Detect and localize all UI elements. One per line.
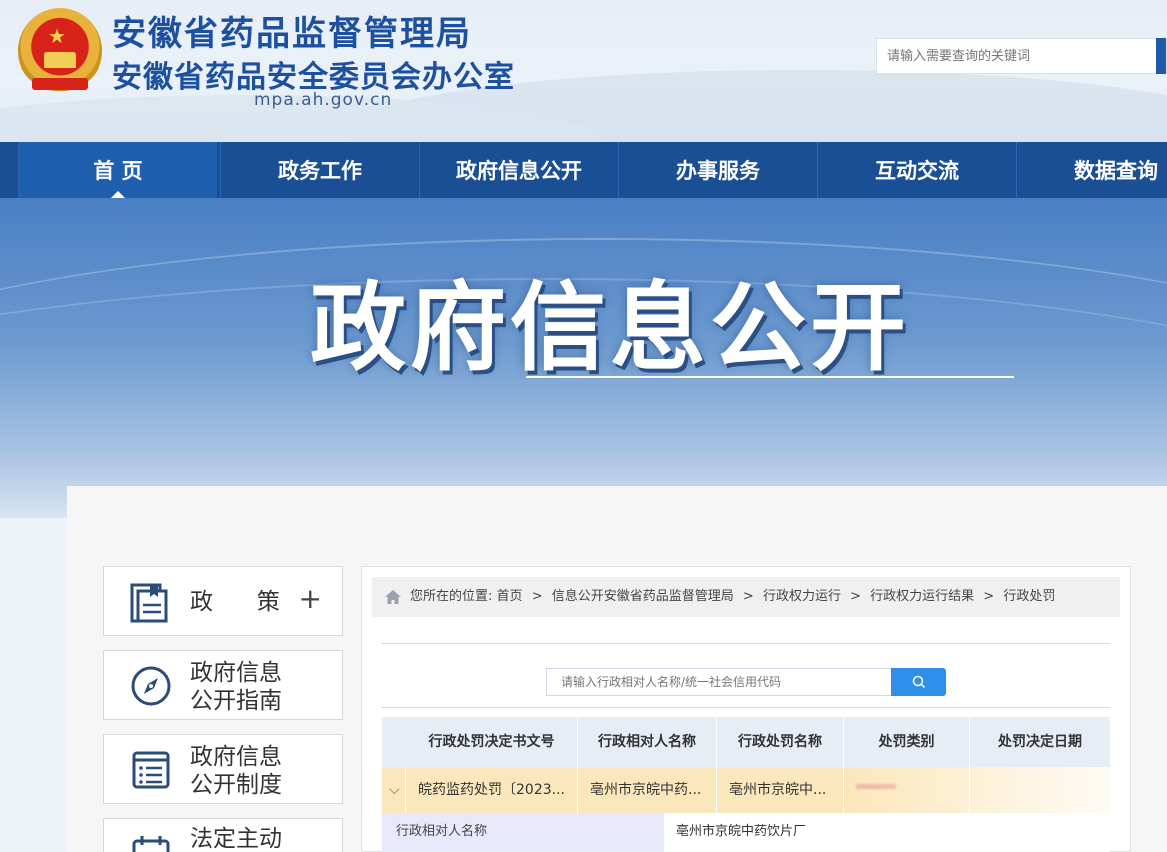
sidebar-item-label: 政 策 [190,589,280,615]
breadcrumb-link-admin-power-results[interactable]: 行政权力运行结果 [870,589,974,604]
nav-item-government-affairs[interactable]: 政务工作 [220,142,419,198]
sidebar-item-label: 政府信息 [190,744,282,770]
national-emblem-icon: ★ [18,8,102,94]
detail-key: 行政相对人名称 [382,813,664,852]
site-domain: mpa.ah.gov.cn [254,90,393,110]
ribbon-icon [32,78,88,90]
breadcrumb-separator: > [850,589,861,604]
col-header-penalty-name: 行政处罚名称 [717,717,844,767]
nav-item-interaction[interactable]: 互动交流 [817,142,1016,198]
penalty-search-button[interactable] [891,668,946,696]
sidebar-item-label: 政府信息 [190,660,282,686]
breadcrumb-separator: > [983,589,995,604]
table-header: 行政处罚决定书文号 行政相对人名称 行政处罚名称 处罚类别 处罚决定日期 [382,717,1110,767]
banner-underline [526,376,1014,378]
nav-item-info-disclosure[interactable]: 政府信息公开 [419,142,618,198]
calendar-icon [132,836,170,852]
sidebar-item-statutory-active[interactable]: 法定主动 [103,818,343,852]
breadcrumb-link-admin-penalty[interactable]: 行政处罚 [1003,589,1055,604]
detail-fade-overlay [850,813,1110,852]
nav-item-data-query[interactable]: 数据查询 [1016,142,1167,198]
nav-item-services[interactable]: 办事服务 [618,142,817,198]
sidebar-item-label: 公开制度 [190,772,282,798]
sidebar-item-policy[interactable]: 政 策 + [103,566,343,636]
banner: 政府信息公开 [0,198,1167,518]
penalty-search-input[interactable] [546,668,891,696]
divider [381,707,1110,708]
breadcrumb-link-admin-power[interactable]: 行政权力运行 [763,589,841,604]
site-header: ★ 安徽省药品监督管理局 安徽省药品安全委员会办公室 mpa.ah.gov.cn [0,0,1167,142]
site-title-main[interactable]: 安徽省药品监督管理局 [112,6,472,55]
sidebar-item-label: 法定主动 [190,826,282,852]
star-icon: ★ [48,24,66,48]
home-icon [385,590,401,604]
divider [381,643,1110,644]
breadcrumb-separator: > [531,589,543,604]
sidebar-item-label: 公开指南 [190,688,282,714]
gate-icon [44,52,76,68]
breadcrumb-link-disclosure[interactable]: 信息公开安徽省药品监督管理局 [552,589,734,604]
breadcrumb-link-home[interactable]: 首页 [497,589,523,604]
col-header-party: 行政相对人名称 [578,717,717,767]
top-search-box [876,38,1167,74]
policy-book-icon [130,583,168,623]
top-search-input[interactable] [877,39,1147,73]
cell-doc-no: 皖药监药处罚〔2023... [406,767,578,813]
list-document-icon [132,751,170,789]
compass-icon [131,666,171,706]
cell-penalty-name: 亳州市京皖中... [717,767,844,813]
col-header-category: 处罚类别 [844,717,970,767]
row-fade-overlay [854,767,1110,813]
col-header-doc-no: 行政处罚决定书文号 [406,717,578,767]
top-search-button[interactable] [1156,38,1166,74]
sidebar-item-disclosure-guide[interactable]: 政府信息 公开指南 [103,650,343,720]
breadcrumb-prefix: 您所在的位置: [410,589,493,604]
main-nav: 首 页 政务工作 政府信息公开 办事服务 互动交流 数据查询 [0,142,1167,198]
search-icon [912,675,925,689]
expand-plus-icon[interactable]: + [299,585,322,613]
cell-party: 亳州市京皖中药... [578,767,717,813]
sidebar-item-disclosure-system[interactable]: 政府信息 公开制度 [103,734,343,804]
banner-title: 政府信息公开 [310,272,910,384]
breadcrumb-separator: > [742,589,754,604]
col-header-date: 处罚决定日期 [998,734,1082,750]
nav-item-home[interactable]: 首 页 [18,142,217,198]
row-expand-toggle[interactable]: ⌵ [382,767,406,813]
breadcrumb: 您所在的位置: 首页 > 信息公开安徽省药品监督管理局 > 行政权力运行 > 行… [372,577,1120,617]
